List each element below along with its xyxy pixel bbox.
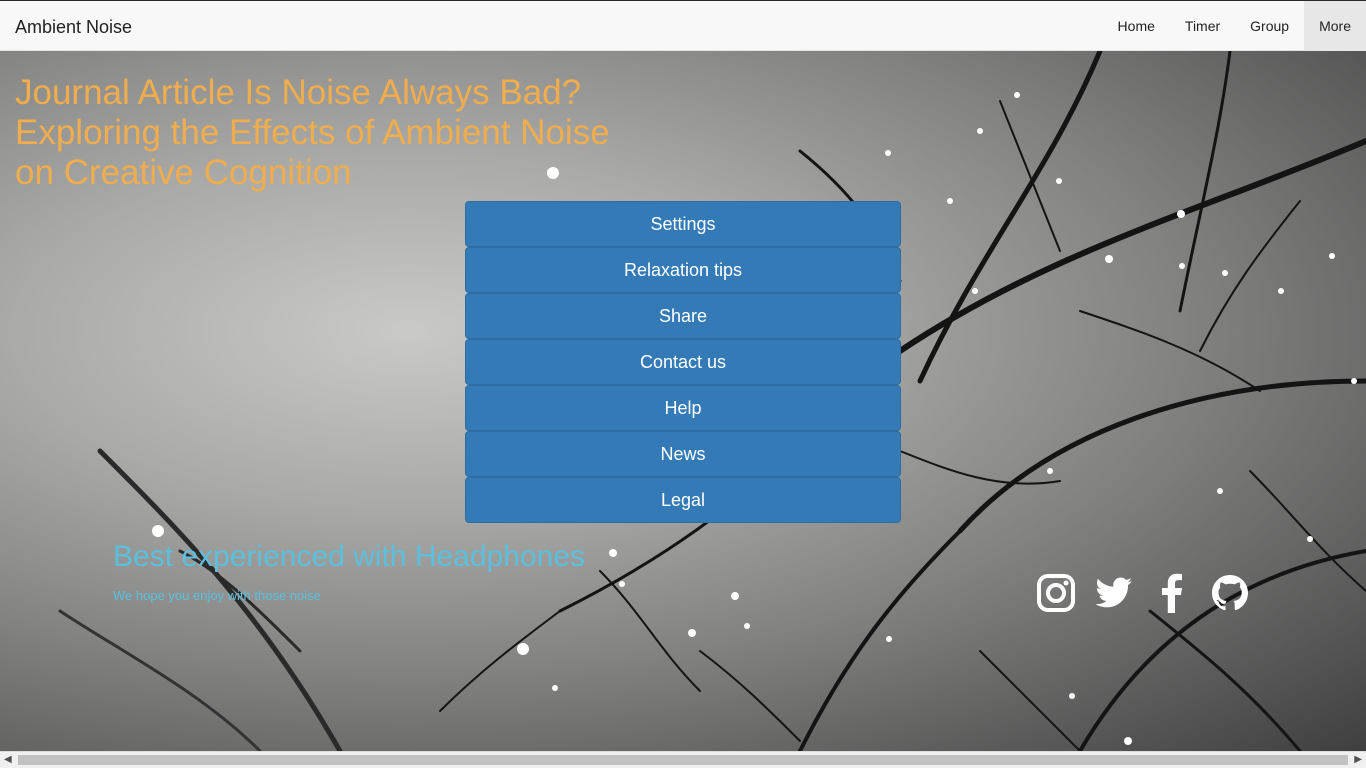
- scroll-left-icon[interactable]: ◀: [4, 754, 12, 765]
- news-button[interactable]: News: [465, 431, 901, 477]
- article-headline[interactable]: Journal Article Is Noise Always Bad? Exp…: [15, 73, 655, 193]
- legal-button[interactable]: Legal: [465, 477, 901, 523]
- horizontal-scrollbar[interactable]: ◀ ▶: [0, 751, 1366, 768]
- scrollbar-thumb[interactable]: [18, 755, 1348, 765]
- contact-us-button[interactable]: Contact us: [465, 339, 901, 385]
- nav-item-timer[interactable]: Timer: [1170, 1, 1235, 51]
- help-button[interactable]: Help: [465, 385, 901, 431]
- nav-links: Home Timer Group More: [1103, 1, 1366, 51]
- facebook-icon[interactable]: [1152, 573, 1192, 613]
- brand-link[interactable]: Ambient Noise: [15, 17, 132, 38]
- nav-item-home[interactable]: Home: [1103, 1, 1170, 51]
- instagram-icon[interactable]: [1036, 573, 1076, 613]
- scroll-right-icon[interactable]: ▶: [1354, 754, 1362, 765]
- hero-background: Journal Article Is Noise Always Bad? Exp…: [0, 51, 1366, 751]
- top-navbar: Ambient Noise Home Timer Group More: [0, 0, 1366, 51]
- github-icon[interactable]: [1210, 573, 1250, 613]
- nav-item-group[interactable]: Group: [1235, 1, 1304, 51]
- tagline-subtext: We hope you enjoy with those noise: [113, 588, 321, 603]
- share-button[interactable]: Share: [465, 293, 901, 339]
- main-menu: Settings Relaxation tips Share Contact u…: [465, 201, 901, 523]
- nav-item-more[interactable]: More: [1304, 1, 1366, 51]
- social-links: [1036, 573, 1250, 613]
- twitter-icon[interactable]: [1094, 573, 1134, 613]
- settings-button[interactable]: Settings: [465, 201, 901, 247]
- relaxation-tips-button[interactable]: Relaxation tips: [465, 247, 901, 293]
- tagline-heading: Best experienced with Headphones: [113, 540, 585, 573]
